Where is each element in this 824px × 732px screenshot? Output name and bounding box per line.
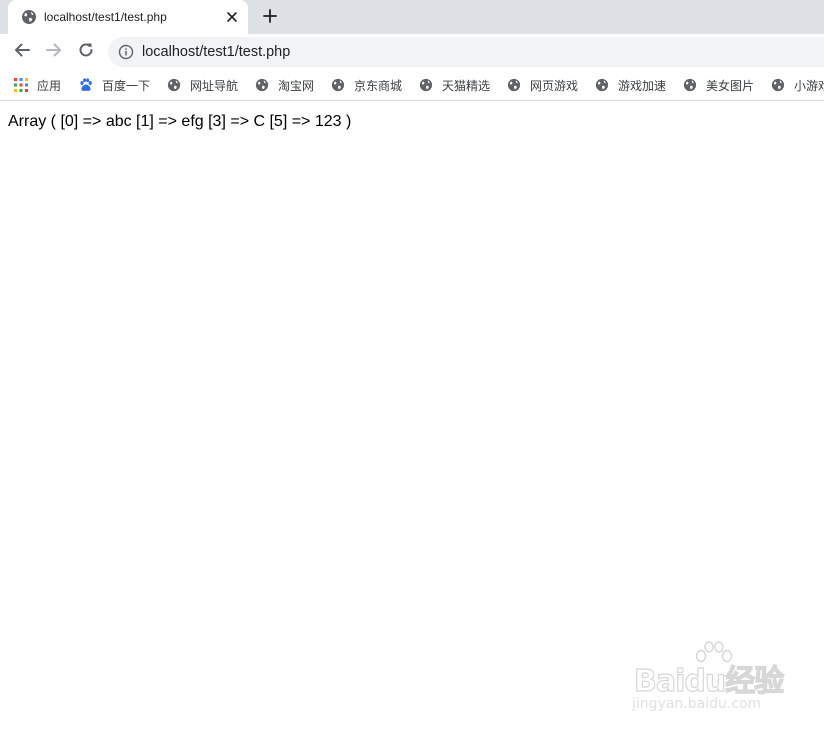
bookmark-tmall[interactable]: 天猫精选: [419, 76, 490, 94]
globe-icon: [419, 78, 433, 92]
reload-button[interactable]: [74, 40, 98, 64]
bookmark-baidu[interactable]: 百度一下: [79, 76, 150, 94]
bookmark-jd[interactable]: 京东商城: [331, 76, 402, 94]
bookmark-label: 京东商城: [354, 78, 403, 93]
bookmark-label: 游戏加速: [618, 78, 667, 93]
close-icon[interactable]: [224, 9, 240, 25]
globe-icon: [21, 9, 37, 25]
forward-arrow-icon: [45, 41, 63, 64]
back-button[interactable]: [10, 40, 34, 64]
bookmark-label: 网址导航: [190, 78, 239, 93]
bookmark-label: 小游戏: [794, 78, 824, 93]
bookmarks-bar: 应用 百度一下 网址导航 淘宝网 京东商城 天猫精选 网页游戏 游戏加速 美女图…: [0, 70, 824, 101]
back-arrow-icon: [13, 41, 31, 64]
bookmark-pictures[interactable]: 美女图片: [683, 76, 754, 94]
watermark-brand: Baidu经验: [633, 663, 784, 699]
bookmark-web-games[interactable]: 网页游戏: [507, 76, 578, 94]
globe-icon: [255, 78, 269, 92]
toolbar: [0, 34, 824, 70]
bookmark-label: 天猫精选: [442, 78, 491, 93]
bookmark-label: 百度一下: [102, 78, 151, 93]
bookmark-game-boost[interactable]: 游戏加速: [595, 76, 666, 94]
info-icon[interactable]: [118, 44, 134, 60]
globe-icon: [331, 78, 345, 92]
page-content: Array ( [0] => abc [1] => efg [3] => C […: [0, 101, 824, 732]
bookmark-label: 网页游戏: [530, 78, 579, 93]
url-input[interactable]: [142, 44, 742, 60]
reload-icon: [77, 41, 95, 64]
tab-strip: localhost/test1/test.php: [0, 0, 824, 34]
bookmark-label: 淘宝网: [278, 78, 315, 93]
baidu-jingyan-watermark: Baidu经验 jingyan.baidu.com: [630, 640, 790, 720]
apps-grid-icon: [14, 78, 28, 92]
new-tab-button[interactable]: [258, 6, 282, 30]
php-output-text: Array ( [0] => abc [1] => efg [3] => C […: [8, 113, 352, 130]
globe-icon: [595, 78, 609, 92]
globe-icon: [167, 78, 181, 92]
bookmark-label: 美女图片: [706, 78, 755, 93]
bookmark-nav-sites[interactable]: 网址导航: [167, 76, 238, 94]
forward-button[interactable]: [42, 40, 66, 64]
browser-window: localhost/test1/test.php localhost/test1…: [0, 0, 824, 732]
plus-icon: [263, 8, 277, 28]
tab-title: localhost/test1/test.php: [44, 10, 167, 24]
bookmark-taobao[interactable]: 淘宝网: [255, 76, 314, 94]
baidu-paw-icon: [79, 78, 93, 92]
bookmark-apps[interactable]: 应用: [14, 76, 61, 94]
bookmark-mini-games[interactable]: 小游戏: [771, 76, 824, 94]
watermark-url: jingyan.baidu.com: [632, 696, 762, 712]
globe-icon: [507, 78, 521, 92]
tab-active[interactable]: localhost/test1/test.php: [8, 0, 248, 34]
globe-icon: [771, 78, 785, 92]
globe-icon: [683, 78, 697, 92]
address-bar[interactable]: [108, 37, 824, 67]
bookmark-label: 应用: [37, 78, 62, 93]
